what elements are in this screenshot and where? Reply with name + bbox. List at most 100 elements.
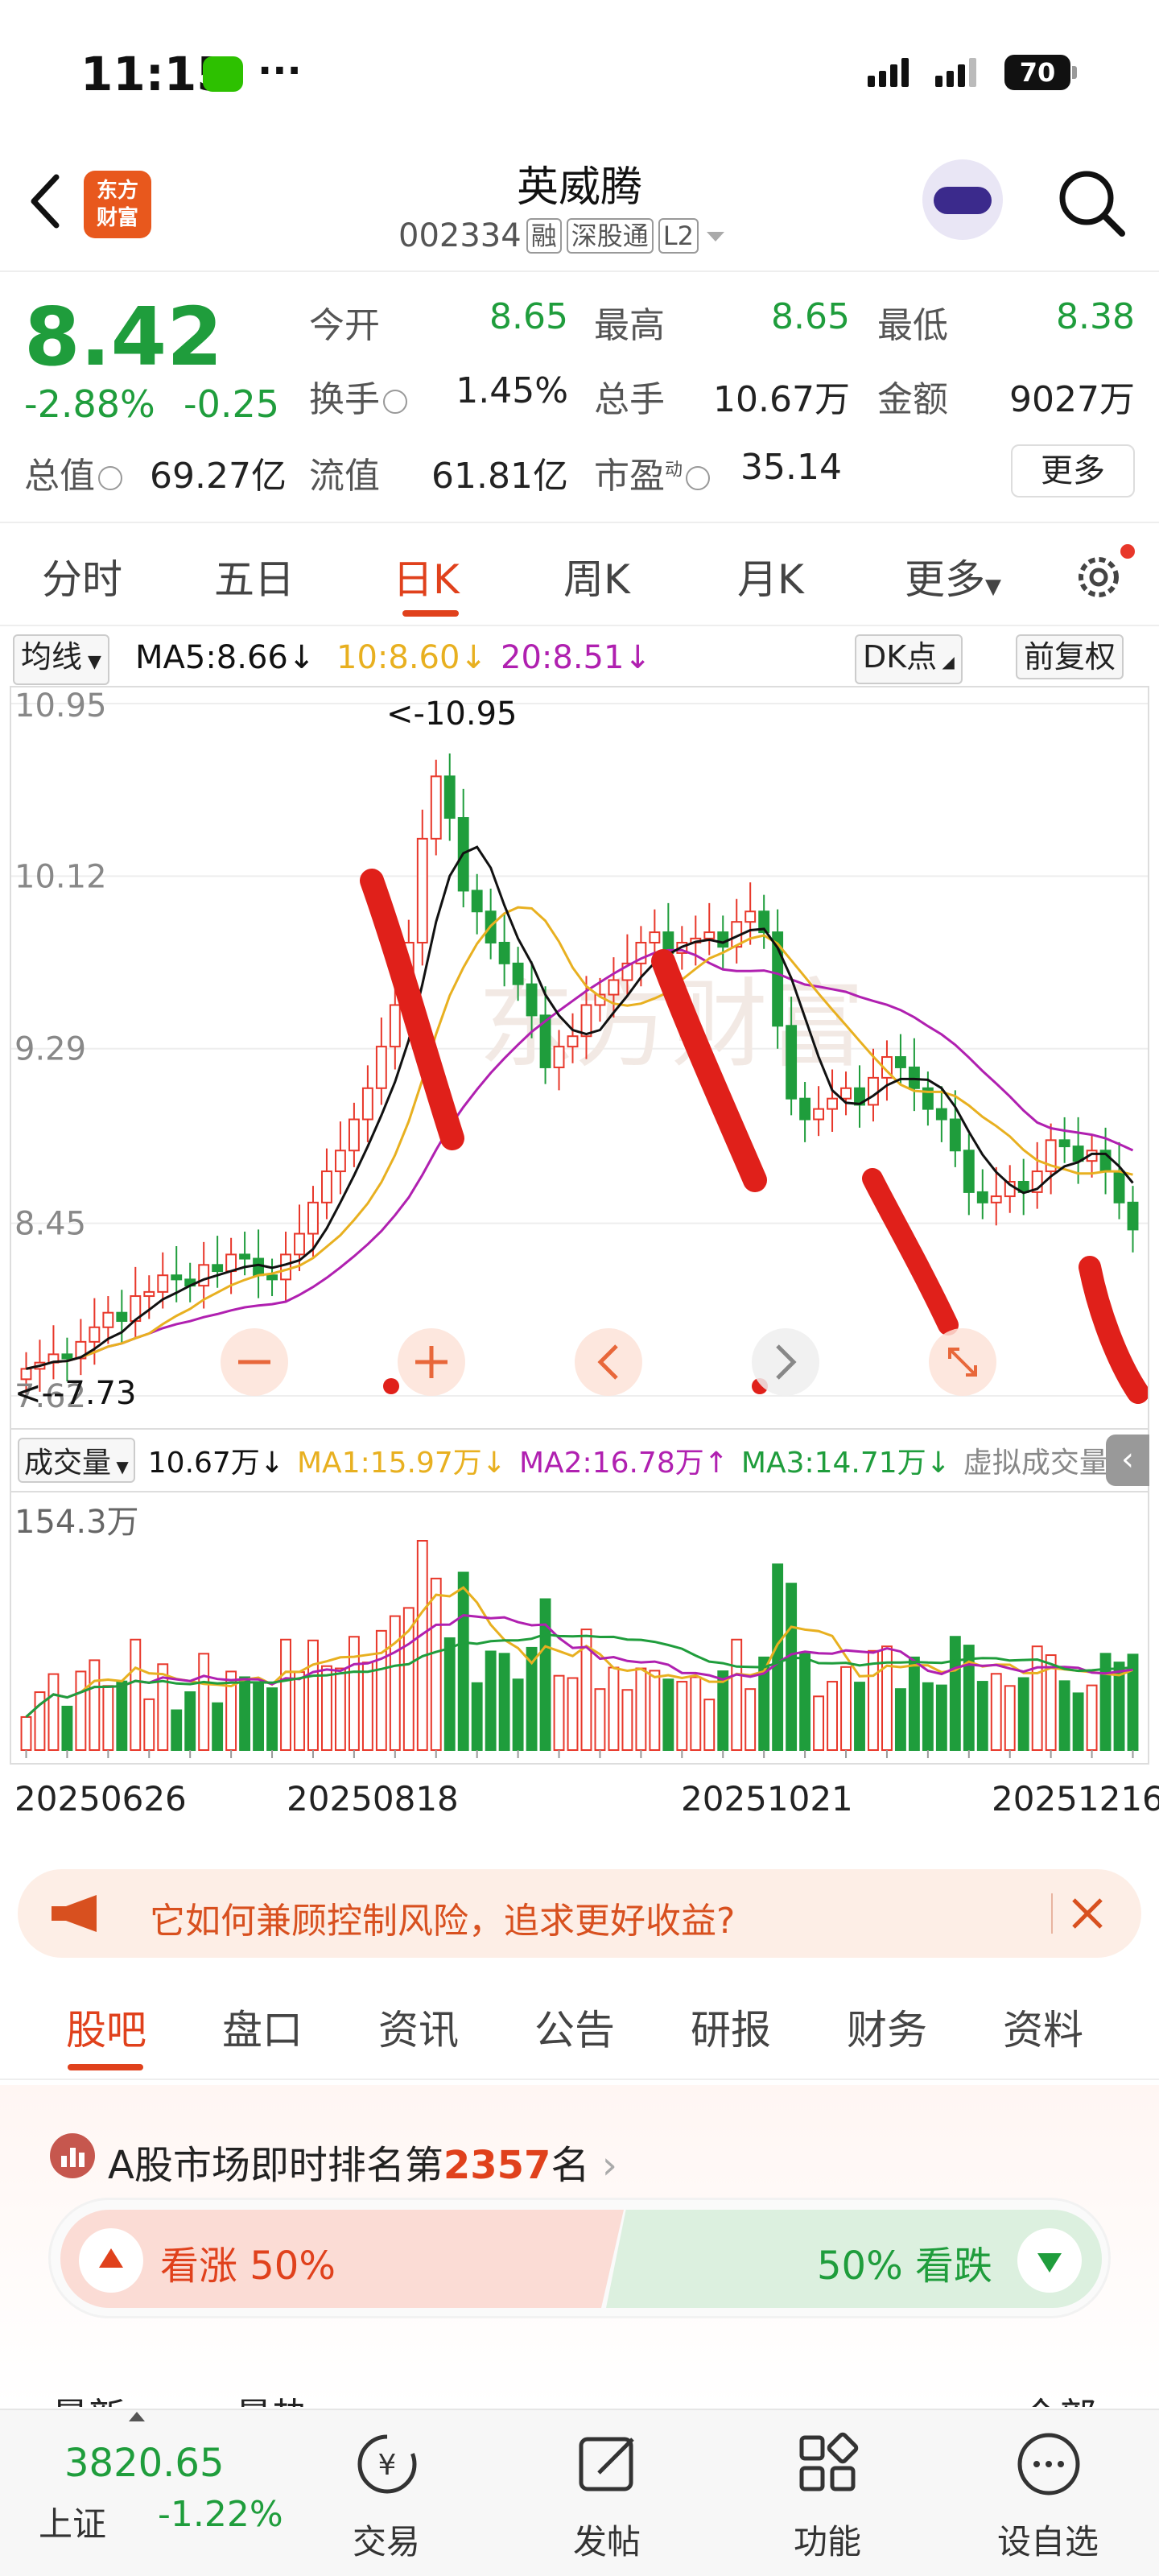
functions-label[interactable]: 功能: [763, 2515, 892, 2564]
volume-bar: [608, 1666, 620, 1751]
tab-intraday[interactable]: 分时: [42, 547, 122, 605]
price-tick-label: 9.29: [14, 1031, 86, 1068]
candle: [198, 1264, 210, 1287]
volume-value: 10.67万: [713, 379, 850, 420]
dk-point-select[interactable]: DK点 ◢: [855, 634, 963, 684]
close-icon[interactable]: [1069, 1895, 1106, 1932]
low-label: 最低: [877, 305, 948, 346]
volume-bar: [294, 1671, 305, 1751]
candle: [526, 983, 538, 1017]
high-label: 最高: [594, 305, 665, 346]
candle: [1058, 1139, 1070, 1148]
post-icon[interactable]: [571, 2428, 644, 2500]
candle: [430, 775, 442, 840]
gear-icon[interactable]: [1070, 549, 1127, 605]
megaphone-icon: [52, 1895, 97, 1932]
candle: [253, 1257, 265, 1277]
pe-label[interactable]: 市盈动: [594, 447, 711, 498]
tab-announcements[interactable]: 公告: [534, 1998, 615, 2056]
float-value: 61.81亿: [431, 456, 568, 497]
open-label: 今开: [309, 305, 380, 346]
chevron-down-icon: ▼: [111, 1457, 129, 1476]
rank-title[interactable]: A股市场即时排名第2357名 ›: [108, 2133, 617, 2190]
tab-news[interactable]: 资讯: [378, 1998, 459, 2056]
zoom-in-button[interactable]: [398, 1328, 465, 1396]
turnover-label[interactable]: 换手: [309, 370, 407, 422]
candle: [498, 941, 510, 964]
tab-guba[interactable]: 股吧: [66, 1998, 146, 2056]
tab-latest-partial[interactable]: 最新: [52, 2388, 126, 2407]
volume-bar: [457, 1571, 469, 1751]
active-tab-underline: [402, 610, 459, 617]
candle: [894, 1056, 906, 1068]
volume-bar: [47, 1673, 60, 1752]
rank-suffix: 名: [551, 2143, 590, 2188]
scroll-left-button[interactable]: [575, 1328, 642, 1396]
marker-dot: [383, 1378, 399, 1394]
volume-bar: [321, 1665, 332, 1751]
indicator-select[interactable]: 均线 ▼: [13, 634, 109, 685]
zoom-out-button[interactable]: [221, 1328, 288, 1396]
mktcap-value: 69.27亿: [150, 456, 287, 497]
tab-weekly-k[interactable]: 周K: [563, 547, 630, 605]
tab-all-partial[interactable]: 全部: [1022, 2388, 1096, 2407]
volume-bar: [908, 1656, 920, 1751]
trade-icon[interactable]: ¥: [351, 2428, 423, 2500]
vote-down-icon[interactable]: [1017, 2227, 1083, 2293]
expand-up-icon[interactable]: [129, 2412, 145, 2421]
scroll-right-button[interactable]: [752, 1328, 819, 1396]
amount-label: 金额: [877, 379, 948, 420]
post-label[interactable]: 发帖: [542, 2515, 671, 2564]
add-watchlist-icon[interactable]: [1013, 2428, 1085, 2500]
volume-bar: [949, 1636, 961, 1751]
tab-monthly-k[interactable]: 月K: [737, 547, 804, 605]
collapse-panel-button[interactable]: ‹: [1106, 1435, 1149, 1486]
change-percent: -2.88%: [24, 382, 155, 426]
mktcap-label[interactable]: 总值: [24, 447, 122, 498]
fullscreen-button[interactable]: [929, 1328, 996, 1396]
tab-daily-k[interactable]: 日K: [393, 547, 460, 605]
tab-finance[interactable]: 财务: [847, 1998, 927, 2056]
vote-up-icon[interactable]: [78, 2227, 144, 2293]
tab-research[interactable]: 研报: [691, 1998, 771, 2056]
tab-five-day[interactable]: 五日: [214, 547, 295, 605]
add-watchlist-label[interactable]: 设自选: [984, 2515, 1112, 2564]
adjust-select[interactable]: 前复权: [1016, 634, 1124, 679]
tab-profile[interactable]: 资料: [1003, 1998, 1083, 2056]
trade-label[interactable]: 交易: [322, 2515, 451, 2564]
kline-chart[interactable]: 东方财富 10.95 10.12 9.29 8.45 7.62 <-10.95 <--7…: [10, 686, 1149, 1430]
candle: [908, 1066, 920, 1089]
info-icon: [98, 466, 122, 490]
volume-bar: [1004, 1685, 1016, 1751]
stock-subtitle[interactable]: 002334 融 深股通 L2: [398, 217, 728, 254]
wechat-icon: [203, 56, 243, 92]
volume-indicator-select[interactable]: 成交量 ▼: [18, 1438, 135, 1483]
volume-bar: [389, 1615, 401, 1751]
current-price: 8.42: [24, 290, 223, 384]
search-icon[interactable]: [1054, 166, 1127, 238]
chevron-down-icon: ▼: [82, 652, 101, 672]
assistant-robot-icon[interactable]: [922, 159, 1003, 240]
volume-bar: [662, 1678, 674, 1752]
date-label-1: 20250626: [14, 1779, 187, 1818]
volume-bar: [198, 1653, 210, 1752]
volume-bar: [307, 1639, 319, 1751]
bullish-bar[interactable]: [60, 2210, 624, 2308]
rank-number: 2357: [443, 2143, 551, 2188]
banner-divider: [1051, 1893, 1053, 1934]
functions-icon[interactable]: [792, 2428, 864, 2500]
tab-orderbook[interactable]: 盘口: [222, 1998, 303, 2056]
volume-bar: [731, 1638, 743, 1751]
more-button[interactable]: 更多: [1011, 444, 1135, 497]
tab-hot-partial[interactable]: 最热: [235, 2388, 309, 2407]
candle: [143, 1290, 155, 1298]
volume-bar: [976, 1681, 988, 1751]
volume-chart[interactable]: 154.3万: [10, 1491, 1149, 1765]
pe-label-text: 市盈: [594, 456, 665, 497]
more-status-icon: ···: [258, 48, 302, 93]
promo-banner[interactable]: 它如何兼顾控制风险，追求更好收益?: [18, 1869, 1141, 1958]
candle: [375, 1046, 387, 1089]
low-annotation: <--7.73: [14, 1375, 136, 1412]
tab-more[interactable]: 更多▼: [905, 547, 1001, 605]
candle: [294, 1232, 305, 1256]
